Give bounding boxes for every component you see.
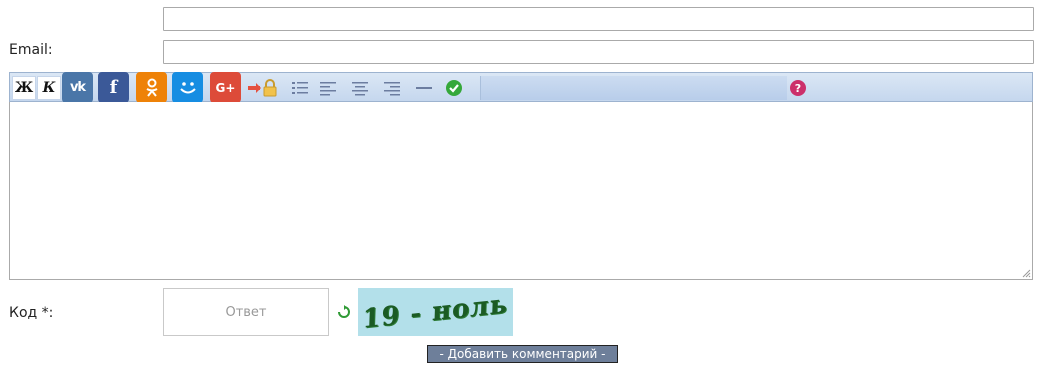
email-label: Email:: [9, 42, 53, 58]
captcha-image-text: 19 - ноль: [362, 289, 509, 335]
captcha-answer-input[interactable]: Ответ: [163, 288, 329, 336]
facebook-share-button[interactable]: f: [98, 72, 129, 103]
toolbar-spacer: [480, 76, 787, 100]
moimir-share-button[interactable]: [172, 72, 203, 103]
help-icon[interactable]: ?: [786, 76, 810, 100]
align-left-icon[interactable]: [316, 76, 340, 100]
italic-button[interactable]: К: [37, 76, 61, 100]
googleplus-icon: G+: [215, 80, 236, 95]
moimir-icon: [179, 81, 196, 93]
svg-text:?: ?: [795, 82, 801, 95]
check-icon[interactable]: [442, 76, 466, 100]
facebook-icon: f: [109, 77, 118, 98]
resize-handle-icon[interactable]: [1021, 268, 1031, 278]
vk-share-button[interactable]: vk: [62, 72, 93, 103]
italic-label: К: [42, 80, 56, 96]
googleplus-share-button[interactable]: G+: [210, 72, 241, 103]
captcha-image: 19 - ноль: [358, 288, 513, 336]
align-center-icon[interactable]: [348, 76, 372, 100]
email-field[interactable]: [163, 40, 1034, 64]
submit-comment-button[interactable]: - Добавить комментарий -: [427, 345, 618, 363]
odnoklassniki-share-button[interactable]: [136, 72, 167, 103]
lock-icon[interactable]: [258, 76, 282, 100]
name-field[interactable]: [163, 7, 1034, 31]
bold-label: Ж: [14, 80, 34, 96]
align-right-icon[interactable]: [380, 76, 404, 100]
vk-icon: vk: [69, 80, 86, 95]
odnoklassniki-icon: [145, 78, 158, 97]
refresh-captcha-icon[interactable]: [338, 305, 352, 319]
comment-textarea[interactable]: [9, 102, 1033, 280]
bullet-list-icon[interactable]: [288, 76, 312, 100]
code-label: Код *:: [9, 305, 54, 321]
bold-button[interactable]: Ж: [12, 76, 36, 100]
horizontal-rule-icon[interactable]: [412, 76, 436, 100]
captcha-placeholder: Ответ: [225, 304, 267, 320]
